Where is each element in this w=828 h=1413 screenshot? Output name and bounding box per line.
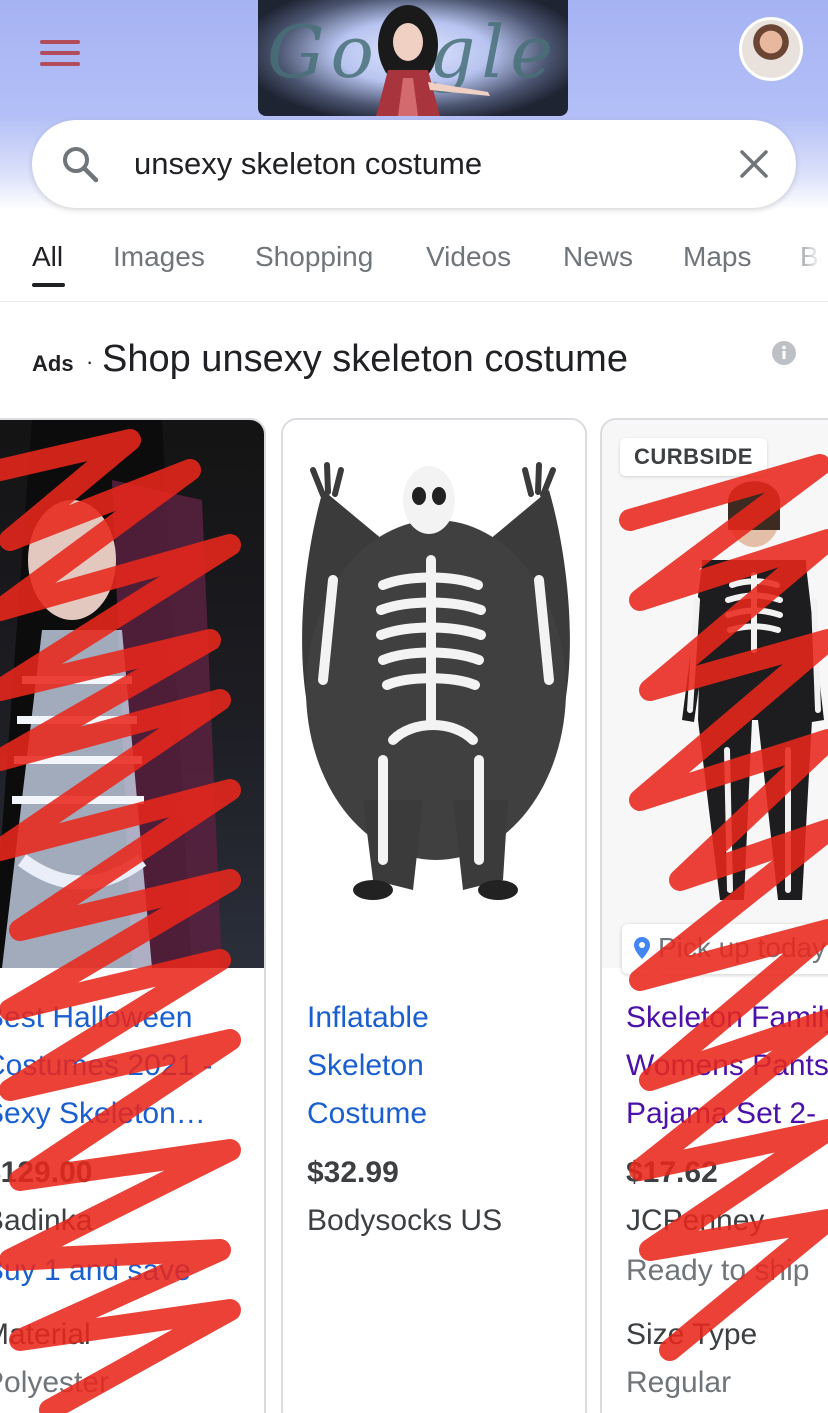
search-input[interactable]: unsexy skeleton costume <box>134 144 482 184</box>
pickup-chip: Pick up today <box>622 924 828 974</box>
doodle-figure <box>376 5 490 116</box>
product-image[interactable] <box>602 420 828 968</box>
product-card[interactable]: CURBSIDE Pick up today Skeleton Family W… <box>600 418 828 1413</box>
product-price: $32.99 <box>307 1156 399 1189</box>
close-icon[interactable] <box>736 146 772 182</box>
tabs-fade <box>788 216 828 301</box>
pickup-text: Pick up today <box>658 932 827 963</box>
tab-shopping[interactable]: Shopping <box>255 241 373 273</box>
product-price: $17.62 <box>626 1156 718 1189</box>
product-store: Bodysocks US <box>307 1204 503 1237</box>
tab-images[interactable]: Images <box>113 241 205 273</box>
product-title[interactable]: Inflatable Skeleton Costume <box>307 994 585 1138</box>
tab-news[interactable]: News <box>563 241 633 273</box>
pickup-caret <box>644 972 664 982</box>
product-title[interactable]: Skeleton Family Womens Pants Pajama Set … <box>626 994 828 1138</box>
model-photo <box>0 420 222 968</box>
product-card[interactable]: Inflatable Skeleton Costume $32.99 Bodys… <box>281 418 587 1413</box>
search-icon[interactable] <box>60 144 100 184</box>
search-tabs: All Images Shopping Videos News Maps Bo <box>0 216 828 302</box>
product-promo[interactable]: Buy 1 and save <box>0 1254 191 1288</box>
product-image[interactable] <box>0 420 264 968</box>
header: Google unsexy skeleton costume <box>0 0 828 210</box>
product-title[interactable]: Best Halloween Costumes 2021 - Sexy Skel… <box>0 994 264 1138</box>
pajama-photo <box>682 481 824 900</box>
product-price: $129.00 <box>0 1156 93 1189</box>
curbside-badge: CURBSIDE <box>620 438 767 476</box>
product-store: JCPenney <box>626 1204 765 1237</box>
avatar[interactable] <box>739 17 803 81</box>
tab-all[interactable]: All <box>32 241 63 273</box>
product-shipping: Ready to ship <box>626 1254 810 1287</box>
product-card[interactable]: Best Halloween Costumes 2021 - Sexy Skel… <box>0 418 266 1413</box>
product-attr-value: Polyester <box>0 1366 110 1399</box>
product-store: Badinka <box>0 1204 93 1237</box>
active-tab-indicator <box>32 283 65 287</box>
ads-title: Shop unsexy skeleton costume <box>102 338 628 380</box>
ads-label: Ads <box>32 351 74 376</box>
location-pin-icon <box>634 937 650 959</box>
menu-icon[interactable] <box>40 40 80 66</box>
product-attr-value: Regular <box>626 1366 732 1399</box>
search-box[interactable]: unsexy skeleton costume <box>32 120 796 208</box>
tab-maps[interactable]: Maps <box>683 241 751 273</box>
google-doodle[interactable]: Google <box>258 0 568 116</box>
ads-separator: · <box>86 349 94 374</box>
tab-videos[interactable]: Videos <box>426 241 511 273</box>
product-attr-label: Material <box>0 1318 91 1351</box>
product-image[interactable] <box>283 420 585 968</box>
product-attr-label: Size Type <box>626 1318 758 1351</box>
info-icon[interactable] <box>772 341 796 365</box>
costume-photo <box>302 462 570 900</box>
